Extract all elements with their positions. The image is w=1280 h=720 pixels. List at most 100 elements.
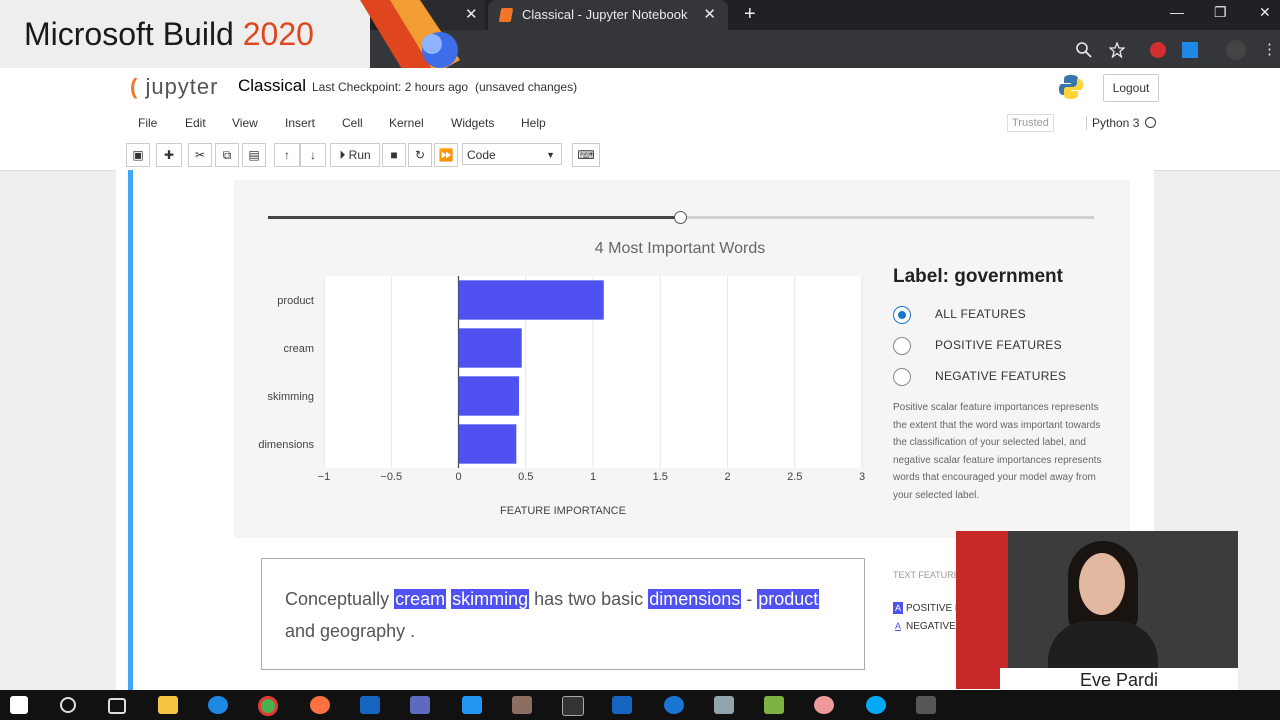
highlighted-text: Conceptually cream skimming has two basi… bbox=[285, 583, 845, 647]
chevron-down-icon: ▼ bbox=[546, 150, 555, 160]
radio-button[interactable] bbox=[893, 368, 911, 386]
close-tab-icon[interactable]: ✕ bbox=[703, 5, 716, 23]
legend-negative: A NEGATIVE bbox=[893, 620, 956, 632]
menu-bar: File Edit View Insert Cell Kernel Widget… bbox=[126, 110, 1160, 136]
move-up-icon[interactable]: ↑ bbox=[274, 143, 300, 167]
vscode-icon[interactable] bbox=[462, 696, 482, 714]
radio-label: NEGATIVE FEATURES bbox=[935, 369, 1067, 383]
logout-button[interactable]: Logout bbox=[1103, 74, 1159, 102]
feature-importance-chart: −1 −0.5 0 0.5 1 1.5 2 2.5 3 product cream skimming d… bbox=[258, 276, 865, 517]
y-category-label: dimensions bbox=[258, 439, 314, 451]
radio-button[interactable] bbox=[893, 306, 911, 324]
firefox-icon[interactable] bbox=[310, 696, 330, 714]
top-k-slider-handle[interactable] bbox=[674, 211, 687, 224]
copy-icon[interactable]: ⧉ bbox=[215, 143, 239, 167]
event-brand: Microsoft Build bbox=[24, 16, 234, 52]
x-tick-label: 1.5 bbox=[653, 471, 668, 483]
speaker-name: Eve Pardi bbox=[1000, 668, 1238, 692]
restore-icon[interactable]: ❐ bbox=[1214, 4, 1227, 21]
webcam-face bbox=[1079, 553, 1125, 615]
radio-label: ALL FEATURES bbox=[935, 307, 1026, 321]
radio-button[interactable] bbox=[893, 337, 911, 355]
text-segment: and geography . bbox=[285, 621, 416, 641]
powershell-icon[interactable] bbox=[612, 696, 632, 714]
file-explorer-icon[interactable] bbox=[158, 696, 178, 714]
trusted-indicator[interactable]: Trusted bbox=[1007, 114, 1054, 132]
menu-help[interactable]: Help bbox=[521, 116, 546, 130]
maps-icon[interactable] bbox=[664, 696, 684, 714]
cut-icon[interactable]: ✂ bbox=[188, 143, 212, 167]
skype-icon[interactable] bbox=[866, 696, 886, 714]
jupyter-logo[interactable]: ( jupyter bbox=[130, 74, 219, 100]
outlook-icon[interactable] bbox=[360, 696, 380, 714]
save-status: (unsaved changes) bbox=[475, 80, 578, 94]
menu-cell[interactable]: Cell bbox=[342, 116, 363, 130]
menu-widgets[interactable]: Widgets bbox=[451, 116, 494, 130]
kernel-name[interactable]: Python 3 bbox=[1086, 116, 1139, 130]
extension-blue-icon[interactable] bbox=[1182, 42, 1198, 58]
cell-type-select[interactable]: Code ▼ bbox=[462, 143, 562, 165]
app-icon[interactable] bbox=[916, 696, 936, 714]
paint-icon[interactable] bbox=[814, 696, 834, 714]
x-tick-label: 2.5 bbox=[787, 471, 802, 483]
y-category-label: skimming bbox=[268, 391, 314, 403]
notebook-title[interactable]: Classical bbox=[238, 76, 306, 96]
bar-skimming bbox=[458, 376, 520, 416]
menu-kernel[interactable]: Kernel bbox=[389, 116, 424, 130]
paste-icon[interactable]: ▤ bbox=[242, 143, 266, 167]
task-view-icon[interactable] bbox=[108, 698, 126, 714]
legend-label: NEGATIVE bbox=[906, 621, 956, 632]
terminal-icon[interactable] bbox=[562, 696, 584, 716]
importance-description: Positive scalar feature importances repr… bbox=[893, 402, 1102, 501]
save-icon[interactable]: ▣ bbox=[126, 143, 150, 167]
x-tick-label: 2 bbox=[724, 471, 730, 483]
search-icon[interactable] bbox=[60, 697, 76, 713]
event-title: Microsoft Build 2020 bbox=[24, 16, 314, 53]
restart-icon[interactable]: ↻ bbox=[408, 143, 432, 167]
run-button[interactable]: ⏵ Run bbox=[330, 143, 380, 167]
zoom-icon[interactable] bbox=[1076, 42, 1092, 58]
bar-cream bbox=[458, 328, 522, 368]
jupyter-ring-icon: ( bbox=[130, 74, 139, 99]
jupyter-favicon-icon bbox=[498, 8, 514, 22]
profile-avatar[interactable] bbox=[1226, 40, 1246, 60]
move-down-icon[interactable]: ↓ bbox=[300, 143, 326, 167]
run-all-icon[interactable]: ⏩ bbox=[434, 143, 458, 167]
minimize-icon[interactable]: — bbox=[1170, 4, 1184, 20]
insert-cell-icon[interactable]: ✚ bbox=[156, 143, 182, 167]
bookmark-star-icon[interactable] bbox=[1109, 42, 1125, 58]
chart-title: 4 Most Important Words bbox=[594, 240, 766, 257]
text-segment: has two basic bbox=[529, 589, 649, 609]
keyboard-icon[interactable]: ⌨ bbox=[572, 143, 600, 167]
run-label: Run bbox=[348, 148, 371, 162]
browser-tab-active[interactable]: Classical - Jupyter Notebook ✕ bbox=[488, 0, 728, 30]
teams-icon[interactable] bbox=[410, 696, 430, 714]
excel-icon[interactable] bbox=[764, 696, 784, 714]
azure-storage-icon[interactable] bbox=[714, 696, 734, 714]
selected-cell-indicator bbox=[128, 170, 133, 690]
python-logo-icon bbox=[1059, 75, 1083, 99]
top-k-slider-fill bbox=[268, 216, 681, 219]
text-segment: Conceptually bbox=[285, 589, 395, 609]
start-icon[interactable] bbox=[10, 696, 28, 714]
menu-insert[interactable]: Insert bbox=[285, 116, 315, 130]
cell-type-value: Code bbox=[467, 148, 496, 162]
more-menu-icon[interactable]: ⋮ bbox=[1262, 40, 1277, 58]
x-tick-label: −1 bbox=[318, 471, 331, 483]
y-category-label: product bbox=[277, 295, 314, 307]
stop-icon[interactable]: ■ bbox=[382, 143, 406, 167]
chrome-icon[interactable] bbox=[258, 696, 278, 716]
extension-red-icon[interactable] bbox=[1150, 42, 1166, 58]
new-tab-icon[interactable]: + bbox=[744, 3, 756, 26]
bar-dimensions bbox=[458, 424, 517, 464]
tools-icon[interactable] bbox=[512, 696, 532, 714]
close-window-icon[interactable]: ✕ bbox=[1259, 4, 1271, 21]
label-heading: Label: government bbox=[893, 266, 1063, 287]
bar-product bbox=[458, 280, 604, 320]
event-year: 2020 bbox=[242, 16, 314, 52]
text-segment: - bbox=[741, 589, 758, 609]
menu-view[interactable]: View bbox=[232, 116, 258, 130]
menu-file[interactable]: File bbox=[138, 116, 157, 130]
edge-icon[interactable] bbox=[208, 696, 228, 714]
menu-edit[interactable]: Edit bbox=[185, 116, 206, 130]
